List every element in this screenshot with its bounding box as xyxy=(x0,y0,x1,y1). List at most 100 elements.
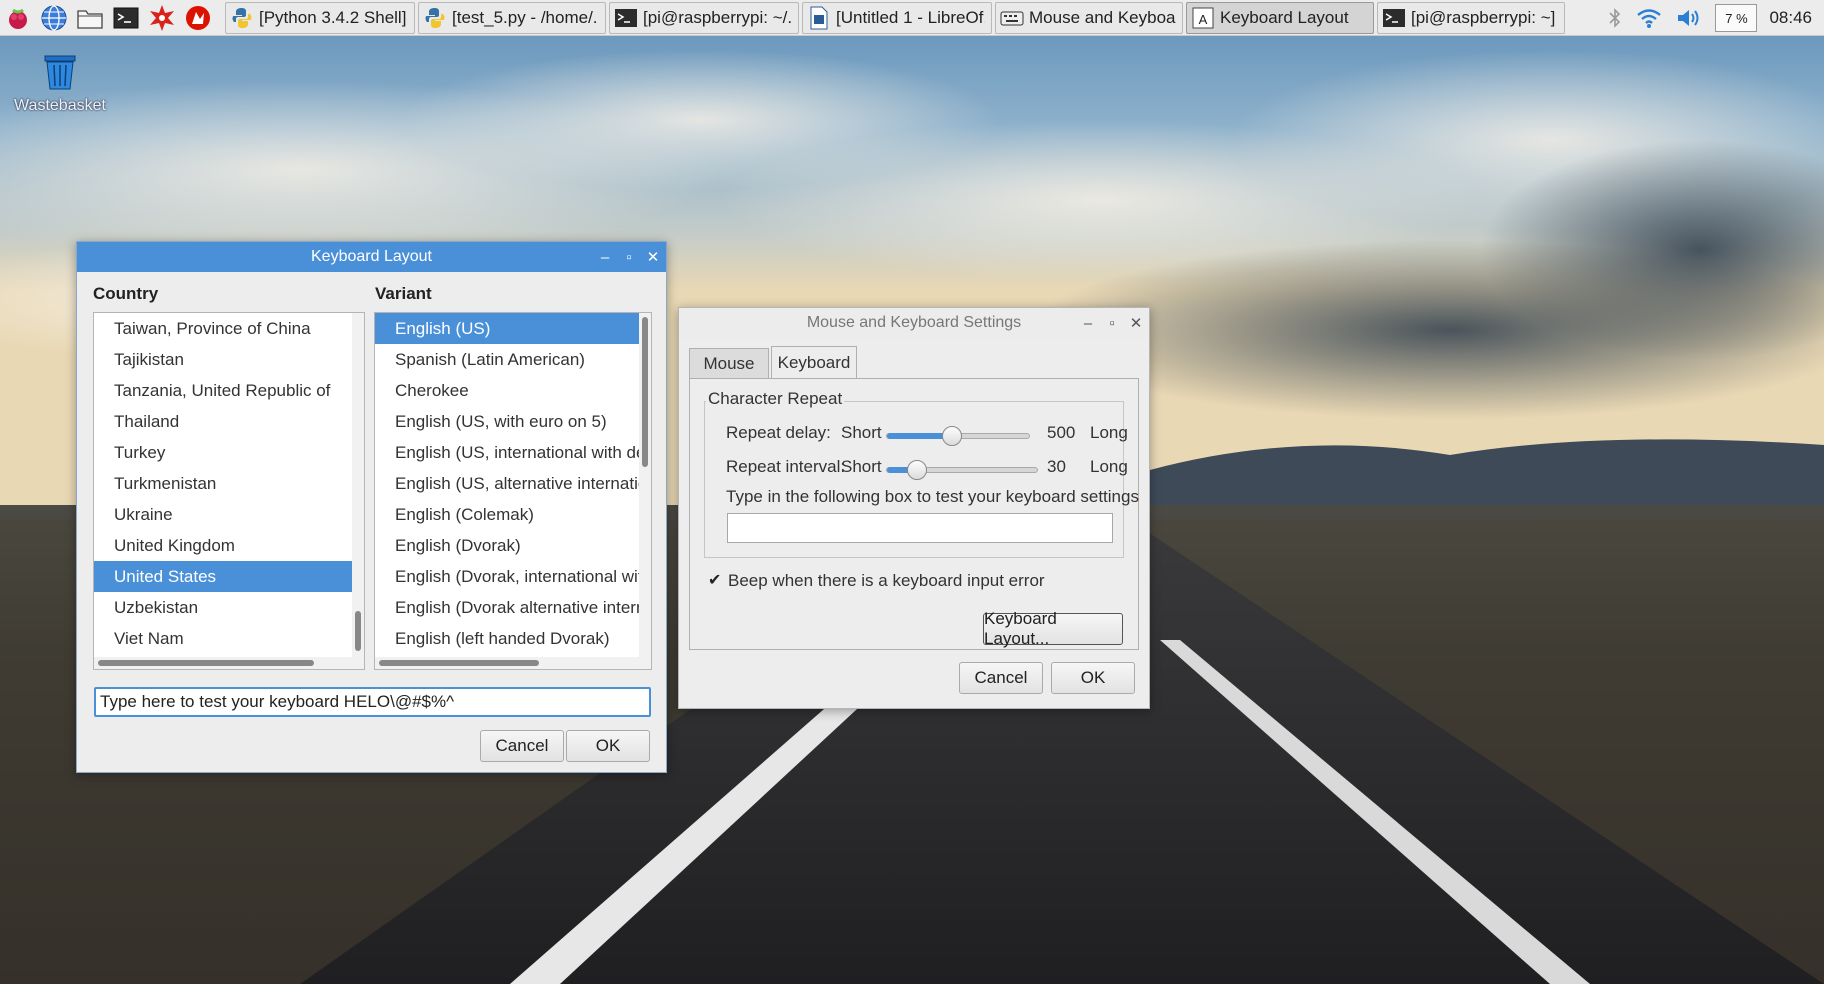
cpu-monitor[interactable]: 7 % xyxy=(1715,4,1758,32)
repeat-interval-short-label: Short xyxy=(841,457,882,476)
python-icon xyxy=(423,6,447,30)
scroll-thumb[interactable] xyxy=(98,660,314,666)
country-list-item[interactable]: Tanzania, United Republic of xyxy=(94,375,364,406)
character-repeat-legend: Character Repeat xyxy=(706,389,845,409)
repeat-interval-label: Repeat interval: xyxy=(726,457,846,476)
volume-icon[interactable] xyxy=(1675,6,1703,30)
beep-checkbox[interactable]: ✔ xyxy=(708,573,724,589)
keyboard-layout-titlebar[interactable]: Keyboard Layout – ▫ ✕ xyxy=(77,242,666,272)
mathematica-icon[interactable] xyxy=(144,0,180,36)
variant-list-item[interactable]: English (US, international with dea xyxy=(375,437,651,468)
window-title: Keyboard Layout xyxy=(311,248,432,265)
taskbar-task-button[interactable]: [Python 3.4.2 Shell] xyxy=(225,1,415,34)
variant-list-item[interactable]: English (Dvorak) xyxy=(375,530,651,561)
taskbar-task-button[interactable]: Mouse and Keyboa... xyxy=(995,1,1183,34)
tab-mouse[interactable]: Mouse xyxy=(689,348,769,378)
country-header: Country xyxy=(93,284,159,303)
minimize-icon[interactable]: – xyxy=(1081,315,1095,332)
keyboard-test-input[interactable] xyxy=(94,687,651,717)
taskbar-task-label: [pi@raspberrypi: ~] xyxy=(1411,7,1556,27)
wifi-icon[interactable] xyxy=(1635,6,1663,30)
variant-list-item[interactable]: English (Colemak) xyxy=(375,499,651,530)
repeat-delay-short-label: Short xyxy=(841,423,882,442)
ok-button[interactable]: OK xyxy=(1051,662,1135,694)
variant-hscrollbar[interactable] xyxy=(375,657,639,669)
python-icon xyxy=(230,6,254,30)
taskbar-task-button[interactable]: [pi@raspberrypi: ~/... xyxy=(609,1,799,34)
clock[interactable]: 08:46 xyxy=(1769,8,1812,28)
variant-list-item[interactable]: English (left handed Dvorak) xyxy=(375,623,651,654)
taskbar-task-button[interactable]: [test_5.py - /home/... xyxy=(418,1,606,34)
bluetooth-icon[interactable] xyxy=(1607,6,1623,30)
taskbar: [Python 3.4.2 Shell] [test_5.py - /home/.… xyxy=(0,0,1824,36)
taskbar-task-label: Keyboard Layout xyxy=(1220,7,1349,27)
variant-list-item[interactable]: English (Dvorak alternative interna xyxy=(375,592,651,623)
checkmark-icon: ✔ xyxy=(708,572,722,589)
repeat-delay-long-label: Long xyxy=(1090,423,1128,442)
country-vscrollbar[interactable] xyxy=(352,313,364,669)
taskbar-task-button[interactable]: [pi@raspberrypi: ~] xyxy=(1377,1,1565,34)
country-list-item[interactable]: Ukraine xyxy=(94,499,364,530)
taskbar-task-button[interactable]: [Untitled 1 - LibreOf... xyxy=(802,1,992,34)
variant-list-item[interactable]: English (US, alternative internation xyxy=(375,468,651,499)
keyboard-settings-test-input[interactable] xyxy=(727,513,1113,543)
scroll-thumb[interactable] xyxy=(355,611,361,651)
taskbar-task-label: [pi@raspberrypi: ~/... xyxy=(643,7,792,27)
country-list-item[interactable]: Turkmenistan xyxy=(94,468,364,499)
variant-list-item[interactable]: English (Dvorak, international with xyxy=(375,561,651,592)
country-list-item[interactable]: Taiwan, Province of China xyxy=(94,313,364,344)
slider-handle[interactable] xyxy=(907,460,927,480)
raspberry-menu-icon[interactable] xyxy=(0,0,36,36)
minimize-icon[interactable]: – xyxy=(598,249,612,266)
wastebasket-desktop-icon[interactable]: Wastebasket xyxy=(8,50,112,115)
country-hscrollbar[interactable] xyxy=(94,657,352,669)
keyboard-tab-panel: Character Repeat Repeat delay: Short 500… xyxy=(689,378,1139,650)
taskbar-task-label: [test_5.py - /home/... xyxy=(452,7,599,27)
country-list-item[interactable]: Viet Nam xyxy=(94,623,364,654)
scroll-thumb[interactable] xyxy=(379,660,539,666)
close-icon[interactable]: ✕ xyxy=(1129,314,1143,332)
country-list-item[interactable]: Uzbekistan xyxy=(94,592,364,623)
wolfram-icon[interactable] xyxy=(180,0,216,36)
file-manager-icon[interactable] xyxy=(72,0,108,36)
country-list-item[interactable]: United States xyxy=(94,561,364,592)
variant-list[interactable]: English (US) Spanish (Latin American) Cher… xyxy=(374,312,652,670)
country-list-item[interactable]: Tajikistan xyxy=(94,344,364,375)
tab-keyboard[interactable]: Keyboard xyxy=(771,346,857,378)
terminal-icon[interactable] xyxy=(108,0,144,36)
variant-list-item[interactable]: Spanish (Latin American) xyxy=(375,344,651,375)
cancel-button[interactable]: Cancel xyxy=(959,662,1043,694)
repeat-delay-slider[interactable] xyxy=(886,426,1030,446)
taskbar-task-label: [Python 3.4.2 Shell] xyxy=(259,7,407,27)
libreoffice-writer-icon xyxy=(807,6,831,30)
repeat-interval-value: 30 xyxy=(1047,457,1066,476)
keyboard-layout-button[interactable]: Keyboard Layout... xyxy=(983,609,1123,648)
taskbar-task-button[interactable]: A Keyboard Layout xyxy=(1186,1,1374,34)
country-list-item[interactable]: United Kingdom xyxy=(94,530,364,561)
country-list-item[interactable]: Thailand xyxy=(94,406,364,437)
maximize-icon[interactable]: ▫ xyxy=(622,249,636,266)
mouse-keyboard-titlebar[interactable]: Mouse and Keyboard Settings – ▫ ✕ xyxy=(679,308,1149,338)
country-list[interactable]: Taiwan, Province of China Tajikistan Tanza… xyxy=(93,312,365,670)
country-list-item[interactable]: Turkey xyxy=(94,437,364,468)
taskbar-task-label: Mouse and Keyboa... xyxy=(1029,7,1176,27)
variant-list-item[interactable]: Cherokee xyxy=(375,375,651,406)
close-icon[interactable]: ✕ xyxy=(646,248,660,266)
trash-icon xyxy=(44,55,76,90)
variant-list-item[interactable]: English (US, with euro on 5) xyxy=(375,406,651,437)
repeat-delay-value: 500 xyxy=(1047,423,1076,442)
variant-vscrollbar[interactable] xyxy=(639,313,651,669)
repeat-interval-long-label: Long xyxy=(1090,457,1128,476)
repeat-interval-slider[interactable] xyxy=(886,460,1038,480)
keyboard-layout-icon: A xyxy=(1191,6,1215,30)
maximize-icon[interactable]: ▫ xyxy=(1105,315,1119,332)
variant-list-item[interactable]: English (US) xyxy=(375,313,651,344)
wastebasket-label: Wastebasket xyxy=(14,97,106,114)
mouse-keyboard-settings-window: Mouse and Keyboard Settings – ▫ ✕ Mouse … xyxy=(678,307,1150,709)
cancel-button[interactable]: Cancel xyxy=(480,730,564,762)
svg-text:A: A xyxy=(1199,12,1208,27)
scroll-thumb[interactable] xyxy=(642,317,648,467)
ok-button[interactable]: OK xyxy=(566,730,650,762)
slider-handle[interactable] xyxy=(942,426,962,446)
web-browser-icon[interactable] xyxy=(36,0,72,36)
